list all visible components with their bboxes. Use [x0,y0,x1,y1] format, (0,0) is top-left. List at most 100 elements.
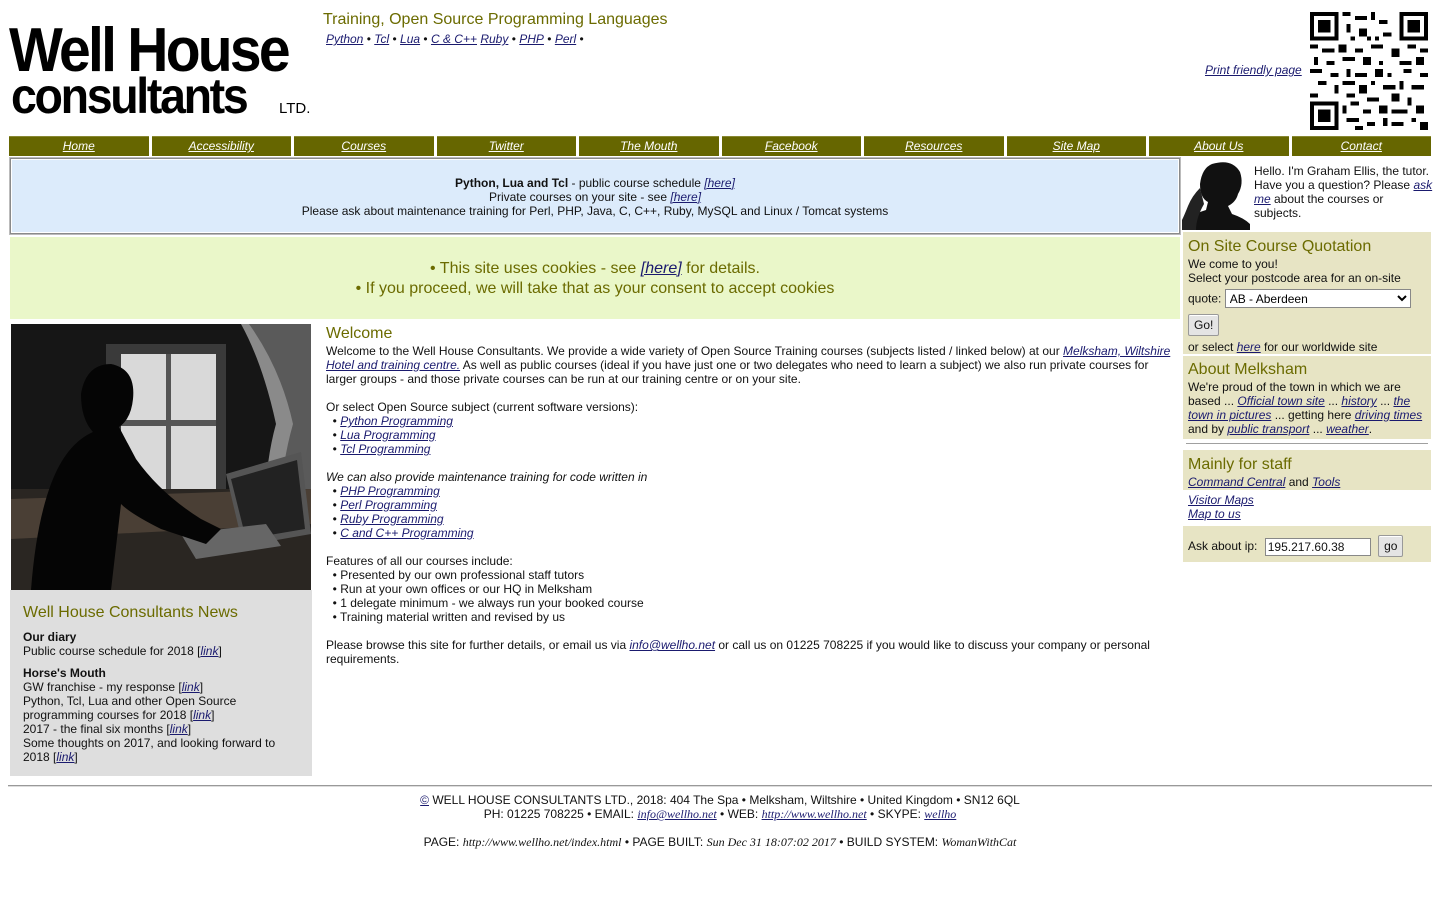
nav-contact[interactable]: Contact [1291,136,1431,156]
mouth-link-2[interactable]: link [193,708,211,722]
staff-title: Mainly for staff [1188,456,1292,473]
nav-twitter[interactable]: Twitter [436,136,576,156]
perl-programming-link[interactable]: Perl Programming [340,498,437,512]
lang-link-ruby[interactable]: Ruby [480,32,508,46]
quote-go-button[interactable]: Go! [1188,314,1220,336]
quote-line2: Select your postcode area for an on-site [1188,271,1401,285]
footer-web-link[interactable]: http://www.wellho.net [762,807,867,821]
onsite-quote-panel: On Site Course Quotation We come to you!… [1183,232,1431,354]
news-title: Well House Consultants News [23,604,238,621]
mouth-heading: Horse's Mouth [23,666,106,680]
private-courses-link[interactable]: [here] [670,190,701,204]
course-notice-box: Python, Lua and Tcl - public course sche… [10,158,1180,234]
map-to-us-link[interactable]: Map to us [1188,507,1241,521]
tcl-programming-link[interactable]: Tcl Programming [340,442,430,456]
php-programming-link[interactable]: PHP Programming [340,484,440,498]
lang-link-tcl[interactable]: Tcl [374,32,389,46]
feature-item: • Run at your own offices or our HQ in M… [326,582,593,596]
ip-lookup-panel: Ask about ip: 195.217.60.38 go [1183,526,1431,562]
staff-links-area: Visitor Maps Map to us [1183,490,1431,526]
notice-bold: Python, Lua and Tcl [455,176,569,190]
quote-label: quote: [1188,291,1222,306]
email-link[interactable]: info@wellho.net [629,638,715,652]
ruby-programming-link[interactable]: Ruby Programming [340,512,443,526]
cookie-notice: • This site uses cookies - see [here] fo… [10,237,1180,319]
lang-link-python[interactable]: Python [326,32,363,46]
tutor-greeting: Hello. I'm Graham Ellis, the tutor. Have… [1254,164,1433,220]
nav-site-map[interactable]: Site Map [1006,136,1146,156]
main-content: Welcome Welcome to the Well House Consul… [326,325,1171,666]
cookie-details-link[interactable]: [here] [641,260,682,277]
mouth-link-1[interactable]: link [182,680,200,694]
public-transport-link[interactable]: public transport [1227,422,1309,436]
nav-resources[interactable]: Resources [864,136,1004,156]
public-schedule-link[interactable]: [here] [704,176,735,190]
visitor-maps-link[interactable]: Visitor Maps [1188,493,1254,507]
nav-the-mouth[interactable]: The Mouth [579,136,719,156]
nav-facebook[interactable]: Facebook [721,136,861,156]
driving-times-link[interactable]: driving times [1355,408,1422,422]
history-link[interactable]: history [1341,394,1376,408]
copyright-link[interactable]: © [420,793,429,807]
mouth-item: Some thoughts on 2017, and looking forwa… [23,736,276,764]
feature-item: • Training material written and revised … [326,610,565,624]
sidebar-divider [1186,443,1428,444]
language-links: Python • Tcl • Lua • C & C++ Ruby • PHP … [326,32,584,46]
quote-line1: We come to you! [1188,257,1278,271]
mouth-item: Python, Tcl, Lua and other Open Source p… [23,694,237,722]
subject-heading: Or select Open Source subject (current s… [326,400,639,414]
page-footer: © WELL HOUSE CONSULTANTS LTD., 2018: 404… [420,793,1020,849]
cookie-consent-text: • If you proceed, we will take that as y… [355,280,835,297]
mouth-link-4[interactable]: link [56,750,74,764]
maintenance-heading: We can also provide maintenance training… [326,470,648,484]
lang-link-perl[interactable]: Perl [555,32,576,46]
command-central-link[interactable]: Command Central [1188,475,1285,489]
logo-ltd: LTD. [279,100,311,117]
footer-skype-link[interactable]: wellho [924,807,956,821]
nav-courses[interactable]: Courses [294,136,434,156]
site-tagline: Training, Open Source Programming Langua… [323,11,668,28]
about-title: About Melksham [1188,361,1308,378]
nav-accessibility[interactable]: Accessibility [151,136,291,156]
worldwide-site-link[interactable]: here [1237,340,1261,354]
ip-input[interactable]: 195.217.60.38 [1264,537,1371,556]
mouth-item: GW franchise - my response [link] [23,680,204,694]
tutor-at-laptop-photo [11,324,311,590]
print-friendly-link[interactable]: Print friendly page [1205,63,1302,77]
diary-item: Public course schedule for 2018 [link] [23,644,222,658]
welcome-title: Welcome [326,325,393,342]
tools-link[interactable]: Tools [1312,475,1340,489]
footer-email-link[interactable]: info@wellho.net [637,807,716,821]
lang-link-c-cpp[interactable]: C & C++ [431,32,477,46]
main-navigation: Home Accessibility Courses Twitter The M… [9,136,1431,156]
diary-heading: Our diary [23,630,77,644]
official-town-site-link[interactable]: Official town site [1237,394,1324,408]
diary-link[interactable]: link [200,644,218,658]
ip-label: Ask about ip: [1188,539,1258,553]
maintenance-notice: Please ask about maintenance training fo… [301,204,889,218]
ip-go-button[interactable]: go [1378,535,1404,557]
mouth-link-3[interactable]: link [170,722,188,736]
weather-link[interactable]: weather [1326,422,1369,436]
news-panel: Well House Consultants News Our diary Pu… [10,590,312,776]
page-url: http://www.wellho.net/index.html [462,835,622,849]
c-cpp-programming-link[interactable]: C and C++ Programming [340,526,473,540]
tutor-silhouette-image [1182,158,1250,230]
lang-link-php[interactable]: PHP [519,32,544,46]
welcome-intro: Welcome to the Well House Consultants. W… [326,344,1171,386]
lua-programming-link[interactable]: Lua Programming [340,428,435,442]
page-built: Sun Dec 31 18:07:02 2017 [706,835,836,849]
feature-item: • Presented by our own professional staf… [326,568,585,582]
closing-text: Please browse this site for further deta… [326,638,1150,666]
site-logo[interactable]: Well House consultants LTD. [9,20,314,122]
nav-home[interactable]: Home [9,136,149,156]
about-melksham-panel: About Melksham We're proud of the town i… [1183,356,1431,439]
footer-rule [8,785,1432,787]
lang-link-lua[interactable]: Lua [400,32,420,46]
postcode-select[interactable]: AB - Aberdeen [1224,289,1411,308]
python-programming-link[interactable]: Python Programming [340,414,453,428]
nav-about-us[interactable]: About Us [1149,136,1289,156]
qr-code-image [1310,12,1428,130]
features-heading: Features of all our courses include: [326,554,513,568]
feature-item: • 1 delegate minimum - we always run you… [326,596,644,610]
